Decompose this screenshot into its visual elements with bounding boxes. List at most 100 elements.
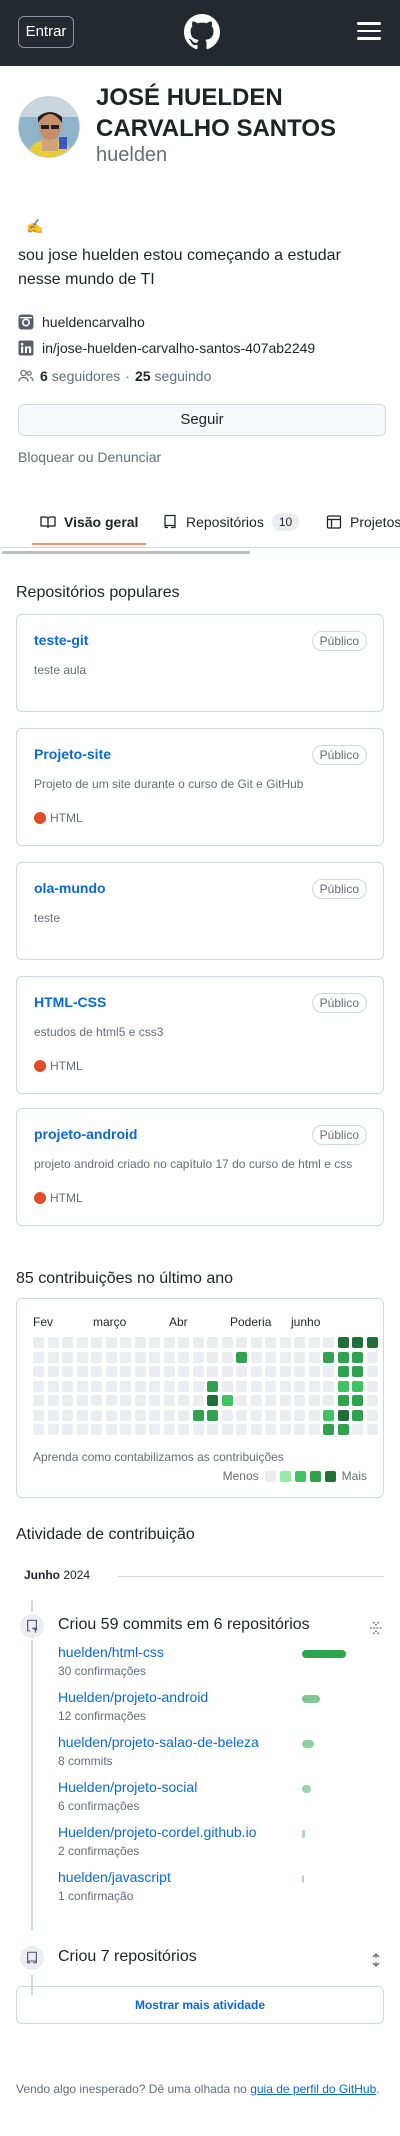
contribution-day[interactable] — [207, 1395, 218, 1406]
contribution-day[interactable] — [250, 1366, 262, 1377]
contribution-day[interactable] — [221, 1409, 233, 1421]
commit-repo-link[interactable]: huelden/projeto-salao-de-beleza — [58, 1734, 259, 1750]
contribution-day[interactable] — [236, 1424, 247, 1435]
contribution-day[interactable] — [221, 1351, 233, 1363]
contribution-day[interactable] — [105, 1351, 117, 1363]
contribution-day[interactable] — [236, 1337, 247, 1348]
unfold-icon[interactable] — [368, 1952, 384, 1968]
contribution-day[interactable] — [294, 1366, 305, 1377]
contribution-day[interactable] — [221, 1424, 233, 1435]
contribution-day[interactable] — [192, 1380, 204, 1392]
contribution-day[interactable] — [76, 1351, 88, 1363]
contribution-day[interactable] — [207, 1337, 218, 1348]
contribution-day[interactable] — [149, 1395, 160, 1406]
contribution-day[interactable] — [207, 1351, 218, 1363]
contribution-day[interactable] — [91, 1424, 102, 1435]
tab-overview[interactable]: Visão geral — [40, 496, 138, 547]
contribution-day[interactable] — [91, 1366, 102, 1377]
contribution-day[interactable] — [308, 1351, 320, 1363]
contribution-day[interactable] — [366, 1424, 378, 1435]
contribution-day[interactable] — [192, 1409, 204, 1421]
contribution-day[interactable] — [149, 1366, 160, 1377]
contribution-day[interactable] — [221, 1366, 233, 1377]
contribution-day[interactable] — [178, 1380, 189, 1392]
contribution-day[interactable] — [337, 1366, 349, 1377]
contributions-help-link[interactable]: Aprenda como contabilizamos as contribui… — [33, 1450, 284, 1464]
fold-icon[interactable] — [368, 1620, 384, 1636]
contribution-day[interactable] — [105, 1424, 117, 1435]
contribution-day[interactable] — [91, 1395, 102, 1406]
contribution-day[interactable] — [149, 1337, 160, 1348]
contribution-day[interactable] — [207, 1409, 218, 1421]
contribution-day[interactable] — [91, 1351, 102, 1363]
contribution-day[interactable] — [265, 1395, 276, 1406]
contribution-day[interactable] — [149, 1380, 160, 1392]
contribution-day[interactable] — [33, 1337, 44, 1348]
contribution-day[interactable] — [33, 1380, 44, 1392]
commit-count[interactable]: 8 commits — [58, 1754, 113, 1768]
contribution-day[interactable] — [47, 1380, 59, 1392]
contribution-day[interactable] — [250, 1409, 262, 1421]
contribution-day[interactable] — [76, 1366, 88, 1377]
contribution-day[interactable] — [47, 1337, 59, 1348]
contribution-day[interactable] — [47, 1409, 59, 1421]
contribution-day[interactable] — [265, 1380, 276, 1392]
contribution-day[interactable] — [134, 1395, 146, 1406]
contribution-day[interactable] — [62, 1366, 73, 1377]
contribution-day[interactable] — [294, 1351, 305, 1363]
contribution-day[interactable] — [323, 1337, 334, 1348]
contribution-day[interactable] — [308, 1409, 320, 1421]
contribution-day[interactable] — [279, 1337, 291, 1348]
contribution-day[interactable] — [163, 1337, 175, 1348]
contribution-day[interactable] — [178, 1366, 189, 1377]
commit-count[interactable]: 6 confirmações — [58, 1799, 139, 1813]
commit-repo-link[interactable]: huelden/html-css — [58, 1644, 164, 1660]
show-more-activity-button[interactable]: Mostrar mais atividade — [16, 1986, 384, 2024]
contribution-day[interactable] — [265, 1366, 276, 1377]
contribution-day[interactable] — [308, 1337, 320, 1348]
contribution-day[interactable] — [207, 1366, 218, 1377]
contribution-day[interactable] — [178, 1395, 189, 1406]
contribution-day[interactable] — [62, 1395, 73, 1406]
contribution-day[interactable] — [308, 1380, 320, 1392]
contribution-day[interactable] — [76, 1395, 88, 1406]
contribution-day[interactable] — [120, 1395, 131, 1406]
contribution-day[interactable] — [323, 1351, 334, 1363]
contribution-day[interactable] — [323, 1366, 334, 1377]
contribution-day[interactable] — [265, 1424, 276, 1435]
contribution-day[interactable] — [366, 1351, 378, 1363]
contribution-day[interactable] — [134, 1351, 146, 1363]
contribution-day[interactable] — [120, 1351, 131, 1363]
commit-repo-link[interactable]: Huelden/projeto-cordel.github.io — [58, 1824, 256, 1840]
contribution-day[interactable] — [279, 1366, 291, 1377]
contribution-day[interactable] — [352, 1380, 363, 1392]
commit-count[interactable]: 2 confirmações — [58, 1844, 139, 1858]
contribution-day[interactable] — [33, 1395, 44, 1406]
contribution-day[interactable] — [207, 1424, 218, 1435]
contribution-day[interactable] — [323, 1424, 334, 1435]
contribution-day[interactable] — [163, 1351, 175, 1363]
contribution-day[interactable] — [47, 1351, 59, 1363]
avatar[interactable] — [18, 96, 80, 158]
contribution-day[interactable] — [352, 1337, 363, 1348]
contribution-day[interactable] — [120, 1409, 131, 1421]
hamburger-menu-icon[interactable] — [357, 22, 381, 42]
contribution-day[interactable] — [221, 1380, 233, 1392]
contribution-day[interactable] — [323, 1409, 334, 1421]
contribution-day[interactable] — [62, 1409, 73, 1421]
contribution-day[interactable] — [294, 1337, 305, 1348]
contribution-day[interactable] — [352, 1409, 363, 1421]
contribution-day[interactable] — [178, 1351, 189, 1363]
contribution-day[interactable] — [352, 1366, 363, 1377]
contribution-day[interactable] — [250, 1337, 262, 1348]
contribution-day[interactable] — [47, 1395, 59, 1406]
contribution-day[interactable] — [221, 1337, 233, 1348]
contribution-day[interactable] — [105, 1366, 117, 1377]
status-emoji[interactable]: ✍️ — [26, 218, 43, 235]
contribution-day[interactable] — [265, 1337, 276, 1348]
contribution-day[interactable] — [250, 1424, 262, 1435]
commit-repo-link[interactable]: huelden/javascript — [58, 1869, 171, 1885]
contribution-day[interactable] — [294, 1395, 305, 1406]
instagram-handle[interactable]: hueldencarvalho — [42, 314, 145, 330]
contribution-day[interactable] — [91, 1409, 102, 1421]
